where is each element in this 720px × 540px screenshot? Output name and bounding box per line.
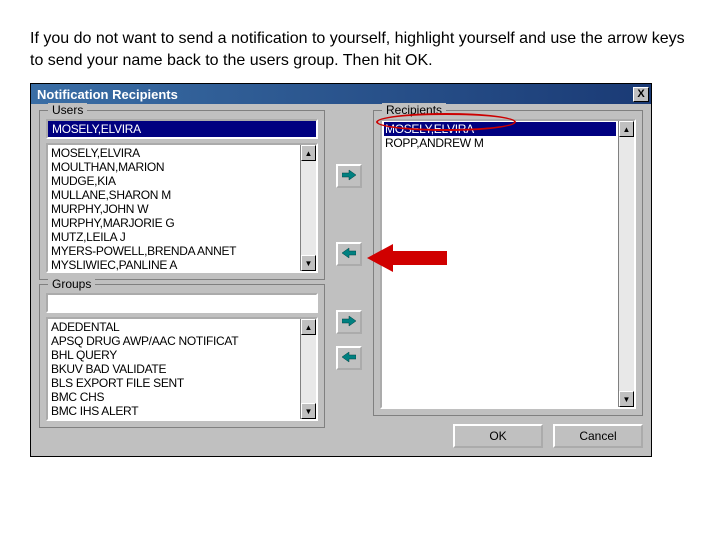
list-item[interactable]: MYSLIWIEC,PANLINE A (50, 258, 298, 271)
scroll-up-icon[interactable]: ▲ (301, 145, 316, 161)
scroll-track[interactable] (619, 137, 634, 391)
cancel-button[interactable]: Cancel (553, 424, 643, 448)
arrow-right-icon (342, 315, 356, 330)
list-item[interactable]: MOSELY,ELVIRA (50, 146, 298, 160)
list-item[interactable]: MYERS-POWELL,BRENDA ANNET (50, 244, 298, 258)
users-scrollbar[interactable]: ▲ ▼ (300, 145, 316, 271)
list-item[interactable]: ROPP,ANDREW M (384, 136, 616, 150)
remove-recipient-button[interactable] (336, 242, 362, 266)
titlebar: Notification Recipients X (31, 84, 651, 104)
groups-list[interactable]: ADEDENTAL APSQ DRUG AWP/AAC NOTIFICAT BH… (48, 319, 300, 419)
list-item[interactable]: APSQ DRUG AWP/AAC NOTIFICAT (50, 334, 298, 348)
ok-button[interactable]: OK (453, 424, 543, 448)
arrow-left-icon (342, 247, 356, 262)
list-item[interactable]: MUTZ,LEILA J (50, 230, 298, 244)
groups-scrollbar[interactable]: ▲ ▼ (300, 319, 316, 419)
add-group-button[interactable] (336, 310, 362, 334)
users-group: Users MOSELY,ELVIRA MOSELY,ELVIRA MOULTH… (39, 110, 325, 280)
groups-label: Groups (48, 277, 95, 291)
recipients-group: Recipients MOSELY,ELVIRA ROPP,ANDREW M ▲… (373, 110, 643, 416)
list-item[interactable]: BLS EXPORT FILE SENT (50, 376, 298, 390)
scroll-up-icon[interactable]: ▲ (301, 319, 316, 335)
list-item[interactable]: MOSELY,ELVIRA (384, 122, 616, 136)
scroll-down-icon[interactable]: ▼ (301, 403, 316, 419)
list-item[interactable]: MULLANE,SHARON M (50, 188, 298, 202)
scroll-up-icon[interactable]: ▲ (619, 121, 634, 137)
list-item[interactable]: BMC CHS (50, 390, 298, 404)
recipients-scrollbar[interactable]: ▲ ▼ (618, 121, 634, 407)
users-filter-input[interactable]: MOSELY,ELVIRA (46, 119, 318, 139)
list-item[interactable]: MURPHY,MARJORIE G (50, 216, 298, 230)
recipients-list[interactable]: MOSELY,ELVIRA ROPP,ANDREW M (382, 121, 618, 407)
users-list[interactable]: MOSELY,ELVIRA MOULTHAN,MARION MUDGE,KIA … (48, 145, 300, 271)
list-item[interactable]: MOULTHAN,MARION (50, 160, 298, 174)
arrow-right-icon (342, 169, 356, 184)
dialog-title: Notification Recipients (37, 87, 633, 102)
add-recipient-button[interactable] (336, 164, 362, 188)
scroll-track[interactable] (301, 335, 316, 403)
groups-filter-input[interactable] (46, 293, 318, 313)
notification-dialog: Notification Recipients X Users MOSELY,E… (30, 83, 652, 457)
scroll-down-icon[interactable]: ▼ (301, 255, 316, 271)
list-item[interactable]: BHL QUERY (50, 348, 298, 362)
users-label: Users (48, 103, 87, 117)
list-item[interactable]: ADEDENTAL (50, 320, 298, 334)
close-button[interactable]: X (633, 87, 649, 102)
groups-group: Groups ADEDENTAL APSQ DRUG AWP/AAC NOTIF… (39, 284, 325, 428)
list-item[interactable]: BMC IHS ALERT (50, 404, 298, 418)
scroll-track[interactable] (301, 161, 316, 255)
list-item[interactable]: MUDGE,KIA (50, 174, 298, 188)
instruction-text: If you do not want to send a notificatio… (0, 0, 720, 83)
arrow-left-icon (342, 351, 356, 366)
list-item[interactable]: MURPHY,JOHN W (50, 202, 298, 216)
recipients-label: Recipients (382, 103, 446, 117)
remove-group-button[interactable] (336, 346, 362, 370)
scroll-down-icon[interactable]: ▼ (619, 391, 634, 407)
list-item[interactable]: BKUV BAD VALIDATE (50, 362, 298, 376)
